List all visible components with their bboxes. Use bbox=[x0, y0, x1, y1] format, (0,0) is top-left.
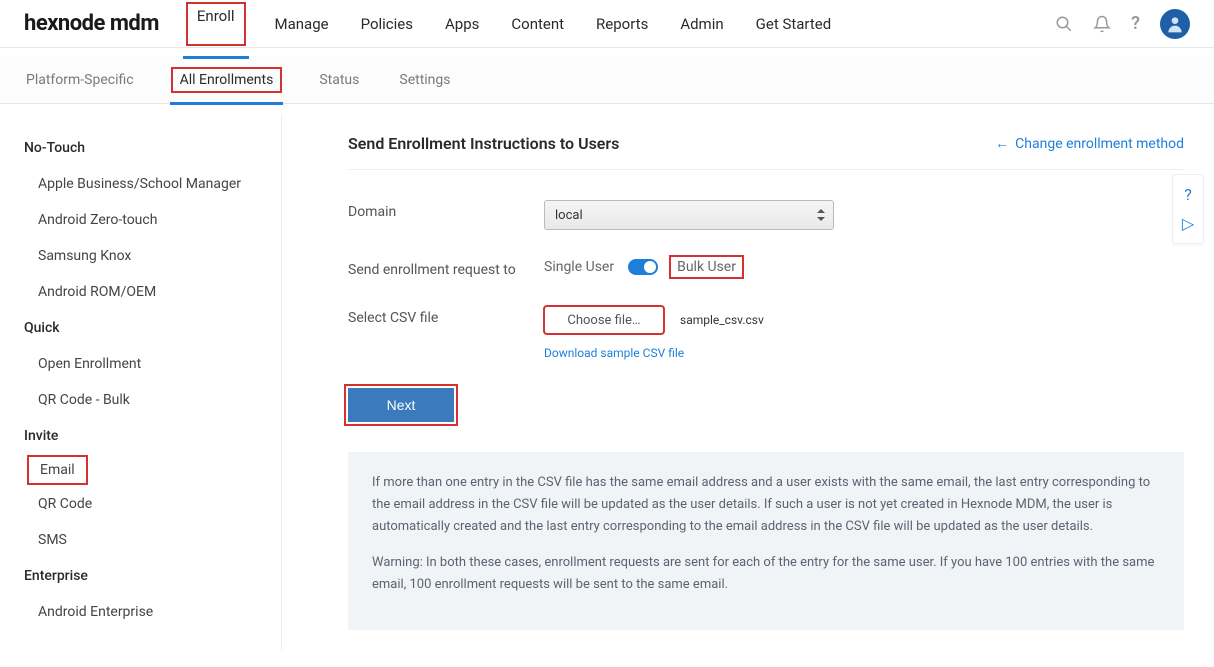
nav-items: Enroll Manage Policies Apps Content Repo… bbox=[187, 3, 1055, 45]
sidebar-item-android-zero-touch[interactable]: Android Zero-touch bbox=[16, 202, 165, 238]
help-panel-question-icon[interactable]: ? bbox=[1184, 185, 1192, 204]
help-panel-play-icon[interactable]: ▷ bbox=[1182, 214, 1194, 233]
info-text-1: If more than one entry in the CSV file h… bbox=[372, 472, 1160, 538]
row-domain: Domain local bbox=[348, 200, 1184, 230]
sidebar-item-android-enterprise[interactable]: Android Enterprise bbox=[16, 594, 161, 630]
single-user-label: Single User bbox=[544, 259, 614, 275]
label-domain: Domain bbox=[348, 200, 544, 220]
layout: No-Touch Apple Business/School Manager A… bbox=[0, 104, 1214, 650]
user-mode-toggle[interactable] bbox=[628, 259, 658, 275]
label-request: Send enrollment request to bbox=[348, 258, 544, 278]
search-icon[interactable] bbox=[1055, 15, 1073, 33]
nav-policies[interactable]: Policies bbox=[359, 3, 415, 45]
subtab-platform-specific[interactable]: Platform-Specific bbox=[24, 59, 136, 101]
sidebar-item-qr-code[interactable]: QR Code bbox=[16, 486, 100, 522]
row-csv: Select CSV file Choose file… sample_csv.… bbox=[348, 306, 1184, 360]
row-request: Send enrollment request to Single User B… bbox=[348, 258, 1184, 278]
sidebar-item-open-enrollment[interactable]: Open Enrollment bbox=[16, 346, 149, 382]
row-next: Next bbox=[348, 388, 1184, 422]
next-button[interactable]: Next bbox=[348, 388, 454, 422]
bell-icon[interactable] bbox=[1093, 15, 1111, 33]
page-title: Send Enrollment Instructions to Users bbox=[348, 134, 619, 153]
sidebar-item-abm[interactable]: Apple Business/School Manager bbox=[16, 166, 249, 202]
arrow-left-icon: ← bbox=[995, 135, 1009, 152]
sidebar-item-samsung-knox[interactable]: Samsung Knox bbox=[16, 238, 139, 274]
label-csv: Select CSV file bbox=[348, 306, 544, 326]
sidebar-item-android-rom[interactable]: Android ROM/OEM bbox=[16, 274, 164, 310]
download-sample-link[interactable]: Download sample CSV file bbox=[544, 346, 1184, 360]
info-box: If more than one entry in the CSV file h… bbox=[348, 452, 1184, 630]
logo: hexnode mdm bbox=[24, 11, 159, 36]
domain-select[interactable]: local bbox=[544, 200, 834, 230]
nav-right: ? bbox=[1055, 9, 1190, 39]
subtab-settings[interactable]: Settings bbox=[397, 59, 452, 101]
main-header: Send Enrollment Instructions to Users ← … bbox=[348, 134, 1184, 170]
nav-get-started[interactable]: Get Started bbox=[754, 3, 834, 45]
help-icon[interactable]: ? bbox=[1131, 13, 1140, 34]
file-row: Choose file… sample_csv.csv bbox=[544, 306, 1184, 334]
subtabs: Platform-Specific All Enrollments Status… bbox=[0, 56, 1214, 104]
change-enrollment-link[interactable]: ← Change enrollment method bbox=[995, 135, 1184, 152]
side-group-invite: Invite bbox=[16, 418, 281, 454]
nav-admin[interactable]: Admin bbox=[678, 3, 725, 45]
info-text-2: Warning: In both these cases, enrollment… bbox=[372, 552, 1160, 596]
nav-content[interactable]: Content bbox=[509, 3, 566, 45]
subtab-all-enrollments[interactable]: All Enrollments bbox=[172, 68, 282, 92]
nav-reports[interactable]: Reports bbox=[594, 3, 650, 45]
sidebar: No-Touch Apple Business/School Manager A… bbox=[0, 114, 282, 650]
bulk-user-label: Bulk User bbox=[672, 258, 741, 276]
avatar[interactable] bbox=[1160, 9, 1190, 39]
nav-enroll[interactable]: Enroll bbox=[187, 3, 245, 45]
sidebar-item-sms[interactable]: SMS bbox=[16, 522, 75, 558]
main: Send Enrollment Instructions to Users ← … bbox=[298, 114, 1214, 650]
sidebar-item-qr-bulk[interactable]: QR Code - Bulk bbox=[16, 382, 138, 418]
side-group-enterprise: Enterprise bbox=[16, 558, 281, 594]
side-group-no-touch: No-Touch bbox=[16, 130, 281, 166]
toggle-row: Single User Bulk User bbox=[544, 258, 1184, 276]
nav-apps[interactable]: Apps bbox=[443, 3, 481, 45]
sidebar-item-email[interactable]: Email bbox=[30, 458, 85, 482]
side-group-quick: Quick bbox=[16, 310, 281, 346]
nav-manage[interactable]: Manage bbox=[273, 3, 331, 45]
top-nav: hexnode mdm Enroll Manage Policies Apps … bbox=[0, 0, 1214, 48]
choose-file-button[interactable]: Choose file… bbox=[544, 306, 664, 334]
domain-value: local bbox=[555, 208, 583, 223]
selected-file-name: sample_csv.csv bbox=[680, 313, 764, 327]
subtab-status[interactable]: Status bbox=[317, 59, 361, 101]
help-panel: ? ▷ bbox=[1172, 174, 1204, 244]
change-enrollment-label: Change enrollment method bbox=[1015, 136, 1184, 152]
